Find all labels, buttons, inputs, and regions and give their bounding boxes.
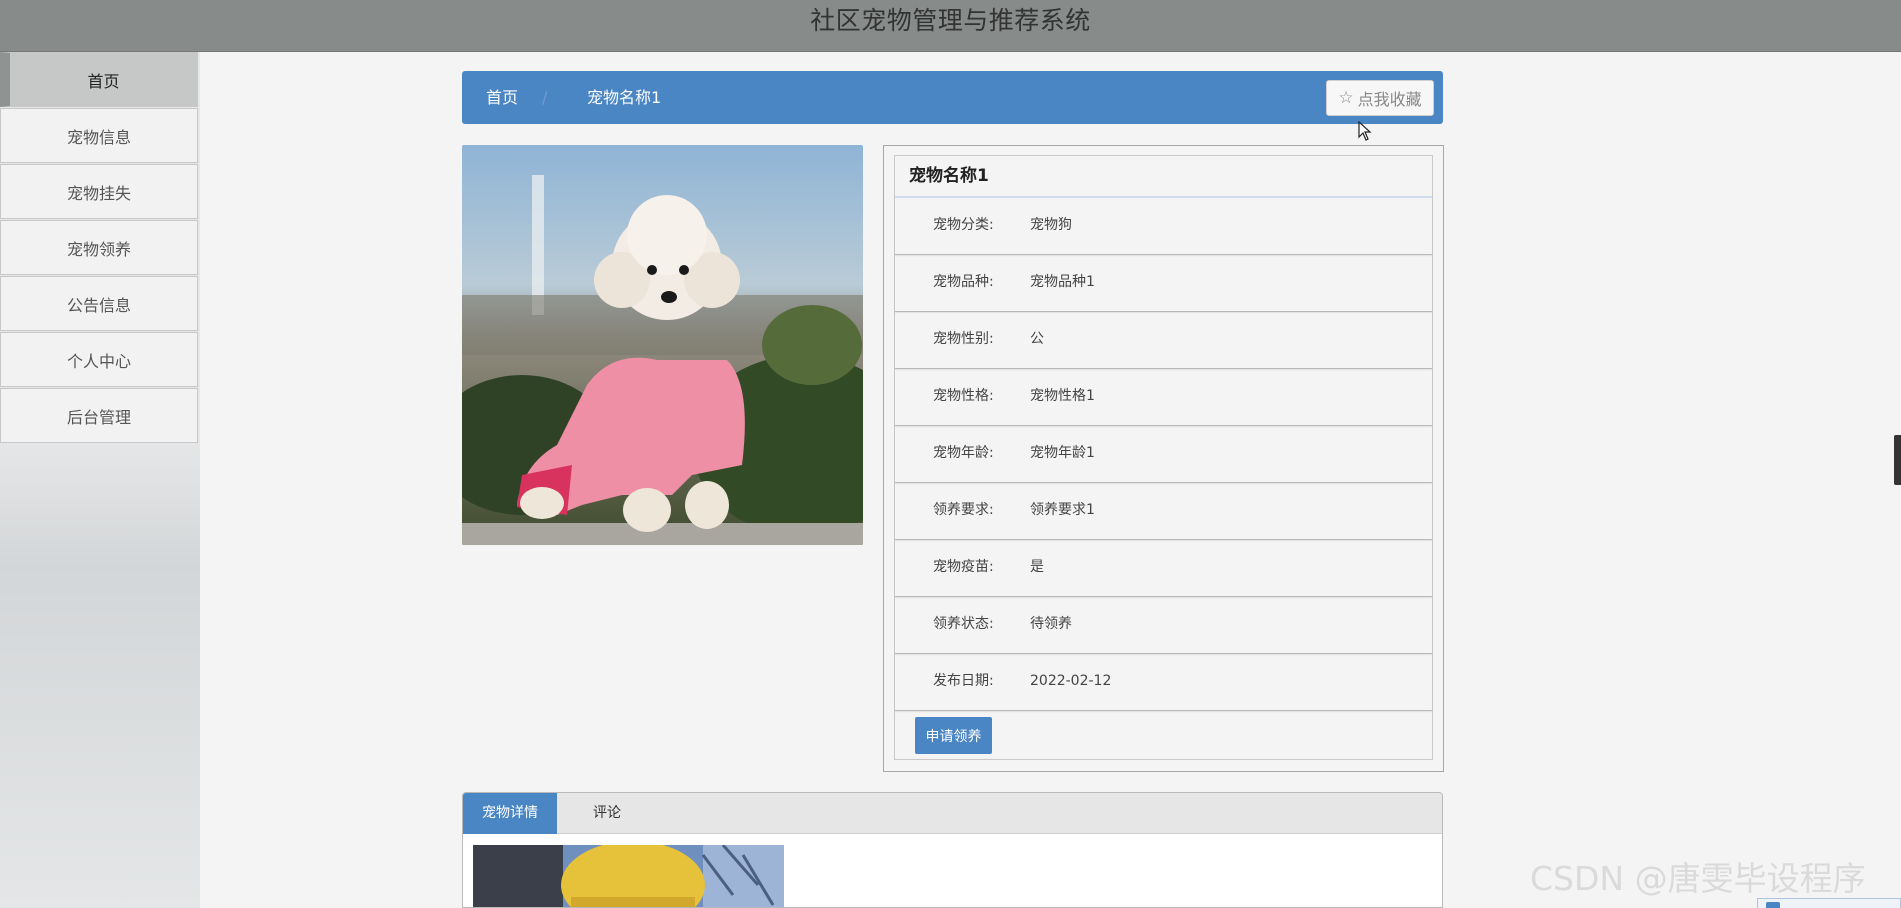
info-row-category: 宠物分类: 宠物狗 — [895, 198, 1432, 255]
field-value: 宠物性格1 — [1030, 388, 1095, 404]
info-row-adopt-status: 领养状态: 待领养 — [895, 597, 1432, 654]
sidebar-item-pet-adopt[interactable]: 宠物领养 — [0, 220, 198, 275]
mouse-cursor-icon — [1358, 121, 1372, 141]
field-value: 公 — [1030, 331, 1044, 347]
field-value: 2022-02-12 — [1030, 673, 1112, 689]
field-value: 宠物品种1 — [1030, 274, 1095, 290]
info-row-publish-date: 发布日期: 2022-02-12 — [895, 654, 1432, 711]
star-outline-icon: ☆ — [1338, 88, 1354, 108]
pet-name-heading: 宠物名称1 — [895, 156, 1432, 198]
sidebar-item-pet-lost[interactable]: 宠物挂失 — [0, 164, 198, 219]
field-value: 宠物狗 — [1030, 217, 1072, 233]
watermark: CSDN @唐雯毕设程序 — [1530, 859, 1866, 898]
info-row-breed: 宠物品种: 宠物品种1 — [895, 255, 1432, 312]
field-label: 宠物品种: — [933, 274, 994, 290]
field-value: 宠物年龄1 — [1030, 445, 1095, 461]
field-label: 领养要求: — [933, 502, 994, 518]
breadcrumb: 首页 / 宠物名称1 ☆ 点我收藏 — [462, 71, 1443, 124]
apply-adopt-button[interactable]: 申请领养 — [915, 717, 992, 754]
field-label: 发布日期: — [933, 673, 994, 689]
field-label: 宠物年龄: — [933, 445, 994, 461]
sidebar-item-admin[interactable]: 后台管理 — [0, 388, 198, 443]
sidebar-item-home[interactable]: 首页 — [0, 52, 198, 107]
field-value: 待领养 — [1030, 616, 1072, 632]
pet-info-card: 宠物名称1 宠物分类: 宠物狗 宠物品种: 宠物品种1 宠物性别: 公 宠物性格… — [894, 155, 1433, 760]
field-label: 宠物疫苗: — [933, 559, 994, 575]
tab-bar: 宠物详情 评论 — [463, 793, 1442, 834]
field-label: 领养状态: — [933, 616, 994, 632]
sidebar: 首页 宠物信息 宠物挂失 宠物领养 公告信息 个人中心 后台管理 — [0, 52, 200, 908]
field-label: 宠物性别: — [933, 331, 994, 347]
breadcrumb-separator: / — [542, 88, 548, 107]
info-row-adopt-requirement: 领养要求: 领养要求1 — [895, 483, 1432, 540]
favorite-button[interactable]: ☆ 点我收藏 — [1326, 80, 1434, 116]
favorite-label: 点我收藏 — [1357, 90, 1422, 109]
breadcrumb-current: 宠物名称1 — [587, 88, 662, 107]
info-row-personality: 宠物性格: 宠物性格1 — [895, 369, 1432, 426]
detail-photo — [473, 845, 784, 907]
breadcrumb-home[interactable]: 首页 — [486, 71, 518, 124]
detail-tabs: 宠物详情 评论 — [462, 792, 1443, 908]
top-bar: 社区宠物管理与推荐系统 — [0, 0, 1901, 52]
side-scroll-handle[interactable] — [1894, 435, 1901, 485]
pet-info-panel: 宠物名称1 宠物分类: 宠物狗 宠物品种: 宠物品种1 宠物性别: 公 宠物性格… — [883, 145, 1444, 772]
sidebar-item-pet-info[interactable]: 宠物信息 — [0, 108, 198, 163]
field-label: 宠物分类: — [933, 217, 994, 233]
info-row-age: 宠物年龄: 宠物年龄1 — [895, 426, 1432, 483]
pet-photo — [462, 145, 863, 545]
field-label: 宠物性格: — [933, 388, 994, 404]
field-value: 是 — [1030, 559, 1044, 575]
tab-comments[interactable]: 评论 — [557, 793, 657, 834]
corner-widget[interactable] — [1757, 898, 1901, 908]
widget-icon — [1766, 902, 1780, 908]
sidebar-item-personal-center[interactable]: 个人中心 — [0, 332, 198, 387]
info-row-vaccine: 宠物疫苗: 是 — [895, 540, 1432, 597]
tab-pet-details[interactable]: 宠物详情 — [463, 793, 557, 834]
sidebar-item-notices[interactable]: 公告信息 — [0, 276, 198, 331]
info-row-gender: 宠物性别: 公 — [895, 312, 1432, 369]
app-title: 社区宠物管理与推荐系统 — [810, 6, 1091, 35]
field-value: 领养要求1 — [1030, 502, 1095, 518]
